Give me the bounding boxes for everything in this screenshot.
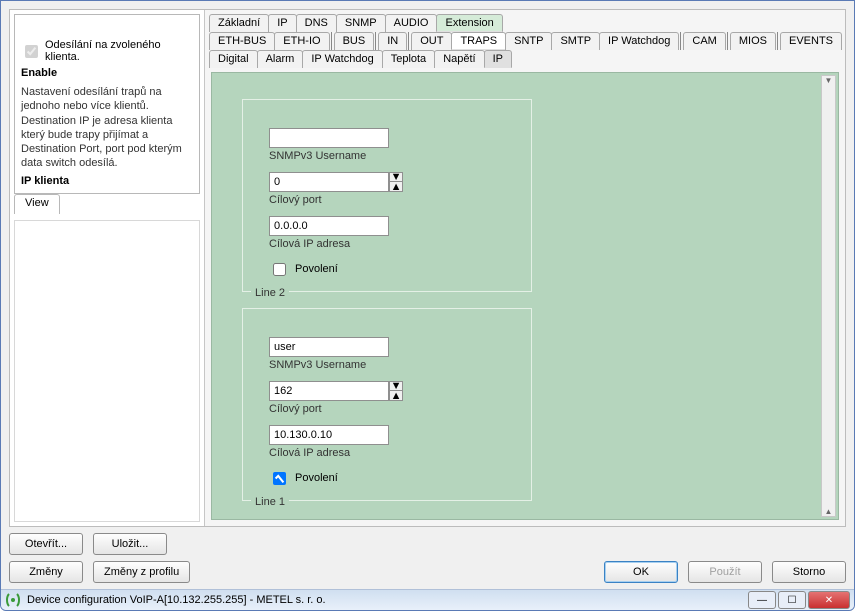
line1-port-spin-up[interactable]: ▲ — [389, 391, 403, 401]
line2-port-spin-down[interactable]: ▼ — [389, 172, 403, 182]
tab-teplota[interactable]: Teplota — [382, 50, 435, 68]
help-enable-desc: Odesílání na zvoleného klienta. — [45, 39, 193, 63]
line1-user-row: SNMPv3 Username — [269, 337, 505, 371]
line2-port-spin-buttons: ▲ ▼ — [389, 172, 403, 192]
line2-fieldset: Line 2 Povolení Cílová IP adresa Cílový … — [242, 99, 532, 292]
trap-sub-tabs: Digital Alarm IP Watchdog Teplota Napětí… — [209, 50, 841, 68]
titlebar: Device configuration VoIP-A[10.132.255.2… — [1, 589, 854, 610]
line2-port-spinner: ▲ ▼ — [269, 172, 403, 192]
line2-port-input[interactable] — [269, 172, 389, 192]
form-scrollbar[interactable] — [821, 75, 836, 517]
line1-povoleni-row: Povolení — [269, 469, 505, 488]
line2-user-label: SNMPv3 Username — [269, 150, 505, 162]
tab-cam[interactable]: CAM — [683, 32, 725, 50]
line1-port-label: Cílový port — [269, 403, 505, 415]
tab-mios[interactable]: MIOS — [730, 32, 776, 50]
line1-legend: Line 1 — [251, 496, 289, 508]
line1-ip-input[interactable] — [269, 425, 389, 445]
line2-ip-row: Cílová IP adresa — [269, 216, 505, 250]
pouzit-button[interactable]: Použít — [688, 561, 762, 583]
line1-fieldset: Line 1 Povolení Cílová IP adresa Cílový … — [242, 308, 532, 501]
storno-button[interactable]: Storno — [772, 561, 846, 583]
tab-ip[interactable]: IP — [268, 14, 296, 32]
zmeny-z-profilu-button[interactable]: Změny z profilu — [93, 561, 190, 583]
ok-button[interactable]: OK — [604, 561, 678, 583]
tab-traps[interactable]: TRAPS — [451, 32, 506, 50]
line1-povoleni-label: Povolení — [295, 473, 338, 485]
window-title: Device configuration VoIP-A[10.132.255.2… — [27, 594, 748, 606]
tab-out[interactable]: OUT — [411, 32, 452, 50]
minimize-button[interactable]: — — [748, 591, 776, 609]
window-controls: — ☐ ✕ — [748, 591, 850, 609]
line1-povoleni-checkbox[interactable] — [273, 472, 286, 485]
line2-user-input[interactable] — [269, 128, 389, 148]
top-tabs: Základní IP DNS SNMP AUDIO Extension — [209, 14, 841, 32]
line2-port-label: Cílový port — [269, 194, 505, 206]
zmeny-button[interactable]: Změny — [9, 561, 83, 583]
line2-port-spin-up[interactable]: ▲ — [389, 182, 403, 192]
line2-user-row: SNMPv3 Username — [269, 128, 505, 162]
line2-port-row: Cílový port ▲ ▼ — [269, 172, 505, 206]
line1-user-label: SNMPv3 Username — [269, 359, 505, 371]
help-box: IP klienta Nastavení odesílání trapů na … — [14, 14, 200, 194]
tab-dns[interactable]: DNS — [296, 14, 337, 32]
left-blank-area — [14, 220, 200, 522]
line1-ip-row: Cílová IP adresa — [269, 425, 505, 459]
help-title: IP klienta — [21, 175, 193, 187]
app-window: Device configuration VoIP-A[10.132.255.2… — [0, 0, 855, 611]
help-enable-checkbox — [25, 45, 38, 58]
tab-ext-ipwatchdog[interactable]: IP Watchdog — [599, 32, 679, 50]
left-panel: View IP klienta Nastavení odesílání trap… — [10, 10, 205, 526]
line1-port-row: Cílový port ▲ ▼ — [269, 381, 505, 415]
line1-port-spin-buttons: ▲ ▼ — [389, 381, 403, 401]
toolbar-row-2: Otevřít... Uložit... — [1, 527, 854, 555]
line1-ip-label: Cílová IP adresa — [269, 447, 505, 459]
toolbar-row-1: Změny Změny z profilu OK Použít Storno — [1, 555, 854, 589]
extension-tabs: ETH-BUS ETH-IO BUS IN OUT TRAPS SNTP SMT… — [209, 32, 841, 50]
right-panel: Line 1 Povolení Cílová IP adresa Cílový … — [205, 10, 845, 526]
help-enable-label: Enable — [21, 67, 193, 79]
close-button[interactable]: ✕ — [808, 591, 850, 609]
tab-napeti[interactable]: Napětí — [434, 50, 484, 68]
tab-in[interactable]: IN — [378, 32, 407, 50]
otevrit-button[interactable]: Otevřít... — [9, 533, 83, 555]
line1-port-spinner: ▲ ▼ — [269, 381, 403, 401]
view-tab-strip: View — [10, 194, 204, 214]
tab-eth-bus[interactable]: ETH-BUS — [209, 32, 275, 50]
tab-zakladni[interactable]: Základní — [209, 14, 269, 32]
line2-povoleni-label: Povolení — [295, 264, 338, 276]
tab-extension[interactable]: Extension — [436, 14, 502, 32]
tab-sntp[interactable]: SNTP — [505, 32, 552, 50]
help-text: Nastavení odesílání trapů na jednoho neb… — [21, 85, 193, 171]
line2-povoleni-row: Povolení — [269, 260, 505, 279]
content-area: View IP klienta Nastavení odesílání trap… — [9, 9, 846, 527]
form-scroll-area[interactable]: Line 1 Povolení Cílová IP adresa Cílový … — [211, 72, 839, 520]
tab-audio[interactable]: AUDIO — [385, 14, 438, 32]
app-icon — [5, 592, 21, 608]
help-enable-row: Odesílání na zvoleného klienta. — [21, 39, 193, 63]
tab-alarm[interactable]: Alarm — [257, 50, 304, 68]
line2-povoleni-checkbox[interactable] — [273, 263, 286, 276]
maximize-button[interactable]: ☐ — [778, 591, 806, 609]
tab-eth-io[interactable]: ETH-IO — [274, 32, 329, 50]
view-tab[interactable]: View — [14, 194, 60, 214]
line1-user-input[interactable] — [269, 337, 389, 357]
ulozit-button[interactable]: Uložit... — [93, 533, 167, 555]
tab-digital[interactable]: Digital — [209, 50, 258, 68]
tab-bus[interactable]: BUS — [334, 32, 375, 50]
form-inner: Line 1 Povolení Cílová IP adresa Cílový … — [212, 73, 838, 519]
line1-port-input[interactable] — [269, 381, 389, 401]
line2-legend: Line 2 — [251, 287, 289, 299]
line2-ip-label: Cílová IP adresa — [269, 238, 505, 250]
tab-smtp[interactable]: SMTP — [551, 32, 600, 50]
main-stack: Line 1 Povolení Cílová IP adresa Cílový … — [209, 14, 841, 522]
tab-trap-ip[interactable]: IP — [484, 50, 512, 68]
tab-events[interactable]: EVENTS — [780, 32, 842, 50]
line1-port-spin-down[interactable]: ▼ — [389, 381, 403, 391]
line2-ip-input[interactable] — [269, 216, 389, 236]
tab-snmp[interactable]: SNMP — [336, 14, 386, 32]
tab-trap-ipwatchdog[interactable]: IP Watchdog — [302, 50, 382, 68]
